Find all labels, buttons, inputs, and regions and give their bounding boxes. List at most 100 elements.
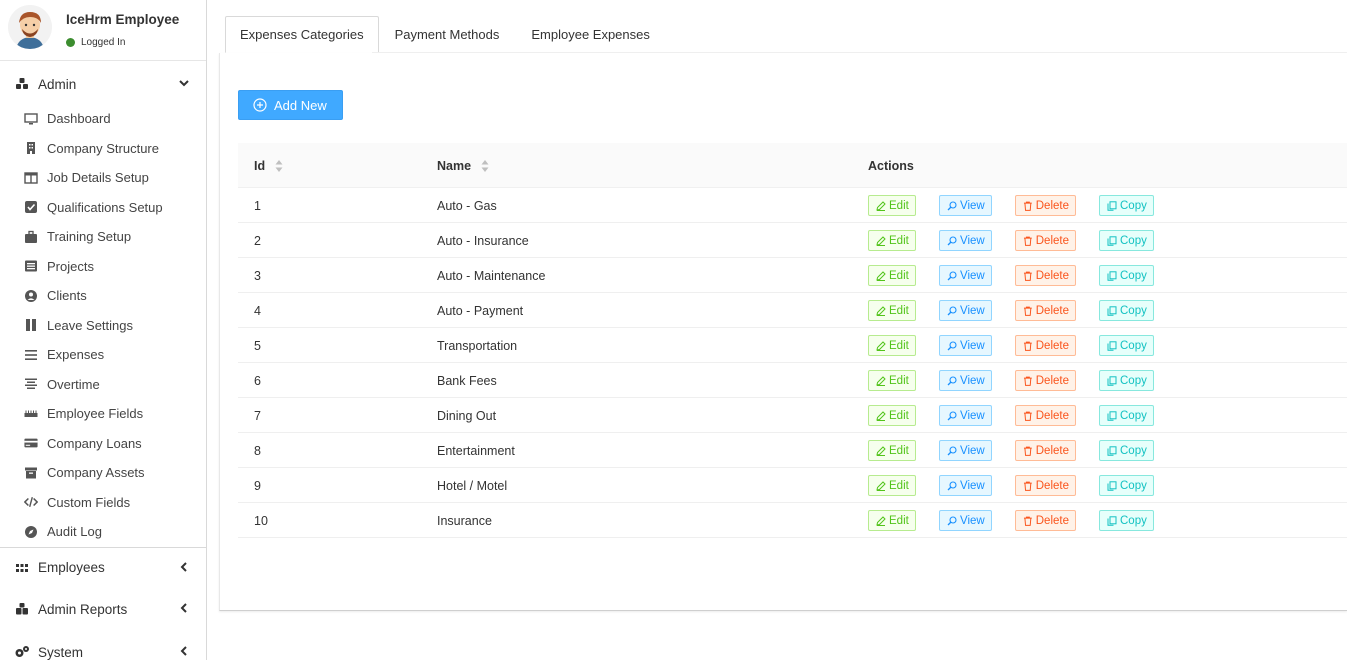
sidebar-item-company-structure[interactable]: Company Structure: [0, 134, 206, 164]
list-alt-icon: [24, 259, 38, 273]
sidebar-item-label: Clients: [47, 288, 87, 304]
view-button[interactable]: View: [939, 265, 992, 286]
sidebar-item-company-assets[interactable]: Company Assets: [0, 458, 206, 488]
edit-button[interactable]: Edit: [868, 265, 916, 286]
trash-icon: [1023, 201, 1032, 211]
edit-button[interactable]: Edit: [868, 440, 916, 461]
edit-icon: [876, 515, 886, 526]
sidebar-item-job-details-setup[interactable]: Job Details Setup: [0, 163, 206, 193]
archive-icon: [24, 466, 38, 480]
copy-button[interactable]: Copy: [1099, 265, 1154, 286]
zoom-icon: [947, 480, 957, 490]
cell-name: Dining Out: [437, 408, 497, 423]
view-button[interactable]: View: [939, 370, 992, 391]
sidebar-item-training-setup[interactable]: Training Setup: [0, 222, 206, 252]
delete-button[interactable]: Delete: [1015, 335, 1076, 356]
copy-icon: [1107, 445, 1117, 456]
avatar[interactable]: [8, 5, 52, 49]
copy-icon: [1107, 305, 1117, 316]
edit-button[interactable]: Edit: [868, 510, 916, 531]
cell-name: Insurance: [437, 513, 492, 528]
table-row: 1 Auto - Gas Edit View Delete Copy: [238, 188, 1347, 223]
view-button[interactable]: View: [939, 510, 992, 531]
sidebar-item-projects[interactable]: Projects: [0, 252, 206, 282]
edit-button[interactable]: Edit: [868, 230, 916, 251]
copy-button[interactable]: Copy: [1099, 370, 1154, 391]
cell-id: 1: [254, 198, 261, 213]
table-row: 2 Auto - Insurance Edit View Delete Copy: [238, 223, 1347, 258]
column-header-actions: Actions: [868, 158, 914, 173]
view-label: View: [960, 199, 985, 212]
bars-icon: [24, 348, 38, 362]
menu-employees[interactable]: Employees: [0, 547, 206, 587]
copy-label: Copy: [1120, 479, 1147, 492]
menu-admin-reports[interactable]: Admin Reports: [0, 589, 206, 629]
copy-button[interactable]: Copy: [1099, 510, 1154, 531]
delete-button[interactable]: Delete: [1015, 475, 1076, 496]
sidebar-item-leave-settings[interactable]: Leave Settings: [0, 311, 206, 341]
copy-label: Copy: [1120, 269, 1147, 282]
edit-button[interactable]: Edit: [868, 300, 916, 321]
view-button[interactable]: View: [939, 440, 992, 461]
delete-button[interactable]: Delete: [1015, 510, 1076, 531]
edit-button[interactable]: Edit: [868, 335, 916, 356]
edit-button[interactable]: Edit: [868, 370, 916, 391]
copy-button[interactable]: Copy: [1099, 475, 1154, 496]
view-button[interactable]: View: [939, 335, 992, 356]
edit-button[interactable]: Edit: [868, 475, 916, 496]
menu-system[interactable]: System: [0, 632, 206, 672]
sidebar-item-employee-fields[interactable]: Employee Fields: [0, 399, 206, 429]
cell-id: 9: [254, 478, 261, 493]
view-button[interactable]: View: [939, 405, 992, 426]
delete-button[interactable]: Delete: [1015, 195, 1076, 216]
copy-button[interactable]: Copy: [1099, 405, 1154, 426]
tab-expenses-categories[interactable]: Expenses Categories: [225, 16, 379, 53]
sidebar-item-overtime[interactable]: Overtime: [0, 370, 206, 400]
building-icon: [24, 141, 38, 155]
edit-icon: [876, 305, 886, 316]
column-header-name[interactable]: Name: [437, 143, 489, 188]
delete-label: Delete: [1035, 444, 1069, 457]
delete-button[interactable]: Delete: [1015, 370, 1076, 391]
view-label: View: [960, 409, 985, 422]
table-row: 6 Bank Fees Edit View Delete Copy: [238, 363, 1347, 398]
sidebar-item-qualifications-setup[interactable]: Qualifications Setup: [0, 193, 206, 223]
sidebar-item-expenses[interactable]: Expenses: [0, 340, 206, 370]
delete-button[interactable]: Delete: [1015, 405, 1076, 426]
sidebar-item-custom-fields[interactable]: Custom Fields: [0, 488, 206, 518]
delete-button[interactable]: Delete: [1015, 230, 1076, 251]
cell-name: Auto - Payment: [437, 303, 524, 318]
edit-button[interactable]: Edit: [868, 405, 916, 426]
view-label: View: [960, 304, 985, 317]
tab-employee-expenses[interactable]: Employee Expenses: [515, 16, 666, 53]
view-button[interactable]: View: [939, 300, 992, 321]
chevron-down-icon: [179, 80, 189, 87]
copy-button[interactable]: Copy: [1099, 230, 1154, 251]
tab-payment-methods[interactable]: Payment Methods: [379, 16, 516, 53]
copy-button[interactable]: Copy: [1099, 300, 1154, 321]
cell-name: Auto - Gas: [437, 198, 497, 213]
view-button[interactable]: View: [939, 230, 992, 251]
sidebar-item-label: Training Setup: [47, 229, 132, 245]
copy-button[interactable]: Copy: [1099, 440, 1154, 461]
delete-button[interactable]: Delete: [1015, 300, 1076, 321]
sidebar-item-dashboard[interactable]: Dashboard: [0, 104, 206, 134]
view-button[interactable]: View: [939, 475, 992, 496]
desktop-icon: [24, 112, 38, 126]
menu-admin[interactable]: Admin: [0, 64, 206, 104]
zoom-icon: [947, 235, 957, 245]
delete-button[interactable]: Delete: [1015, 265, 1076, 286]
sidebar-item-audit-log[interactable]: Audit Log: [0, 517, 206, 547]
table-row: 5 Transportation Edit View Delete Copy: [238, 328, 1347, 363]
zoom-icon: [947, 270, 957, 280]
expense-categories-table: Id Name Actions 1 Auto - Gas Edit View D…: [238, 143, 1347, 538]
view-button[interactable]: View: [939, 195, 992, 216]
column-header-id[interactable]: Id: [254, 143, 283, 188]
delete-button[interactable]: Delete: [1015, 440, 1076, 461]
copy-button[interactable]: Copy: [1099, 195, 1154, 216]
copy-button[interactable]: Copy: [1099, 335, 1154, 356]
add-new-button[interactable]: Add New: [238, 90, 343, 120]
sidebar-item-company-loans[interactable]: Company Loans: [0, 429, 206, 459]
sidebar-item-clients[interactable]: Clients: [0, 281, 206, 311]
edit-button[interactable]: Edit: [868, 195, 916, 216]
